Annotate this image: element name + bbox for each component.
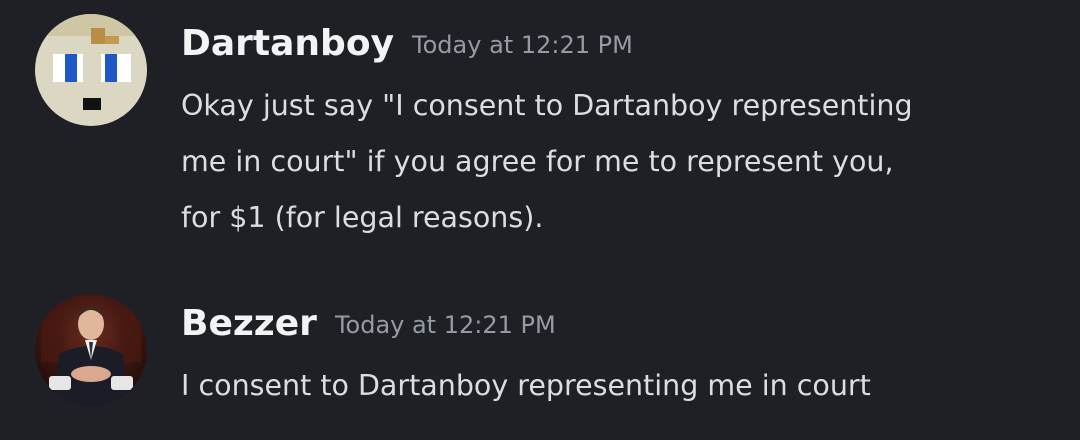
pixel-face-avatar[interactable]: [35, 14, 147, 126]
message-header: Bezzer Today at 12:21 PM: [181, 298, 556, 356]
username[interactable]: Dartanboy: [181, 23, 394, 64]
message-header: Dartanboy Today at 12:21 PM: [181, 18, 633, 76]
message-line: Okay just say "I consent to Dartanboy re…: [181, 89, 913, 122]
message-line: for $1 (for legal reasons).: [181, 201, 544, 234]
message-line: I consent to Dartanboy representing me i…: [181, 369, 871, 402]
message-content: Okay just say "I consent to Dartanboy re…: [181, 78, 1061, 246]
timestamp[interactable]: Today at 12:21 PM: [412, 31, 633, 59]
message-content: I consent to Dartanboy representing me i…: [181, 358, 1061, 414]
username[interactable]: Bezzer: [181, 303, 317, 344]
message-line: me in court" if you agree for me to repr…: [181, 145, 894, 178]
person-photo-avatar[interactable]: [35, 294, 147, 406]
timestamp[interactable]: Today at 12:21 PM: [335, 311, 556, 339]
